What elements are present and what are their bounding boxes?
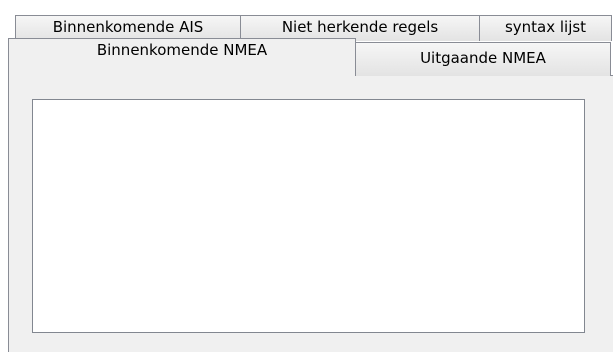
incoming-nmea-textarea[interactable] xyxy=(32,99,585,333)
tab-syntax-lijst[interactable]: syntax lijst xyxy=(479,15,612,41)
nmea-window: Binnenkomende AIS Niet herkende regels s… xyxy=(0,0,613,352)
tab-panel xyxy=(8,75,613,352)
tab-label: Binnenkomende NMEA xyxy=(96,41,268,59)
selected-tab-joint xyxy=(9,74,355,77)
tab-uitgaande-nmea[interactable]: Uitgaande NMEA xyxy=(355,42,611,76)
tab-label: Niet herkende regels xyxy=(281,18,439,36)
tab-binnenkomende-nmea[interactable]: Binnenkomende NMEA xyxy=(8,38,356,76)
tab-label: syntax lijst xyxy=(504,18,587,36)
tab-label: Uitgaande NMEA xyxy=(420,49,546,67)
tab-label: Binnenkomende AIS xyxy=(52,18,204,36)
